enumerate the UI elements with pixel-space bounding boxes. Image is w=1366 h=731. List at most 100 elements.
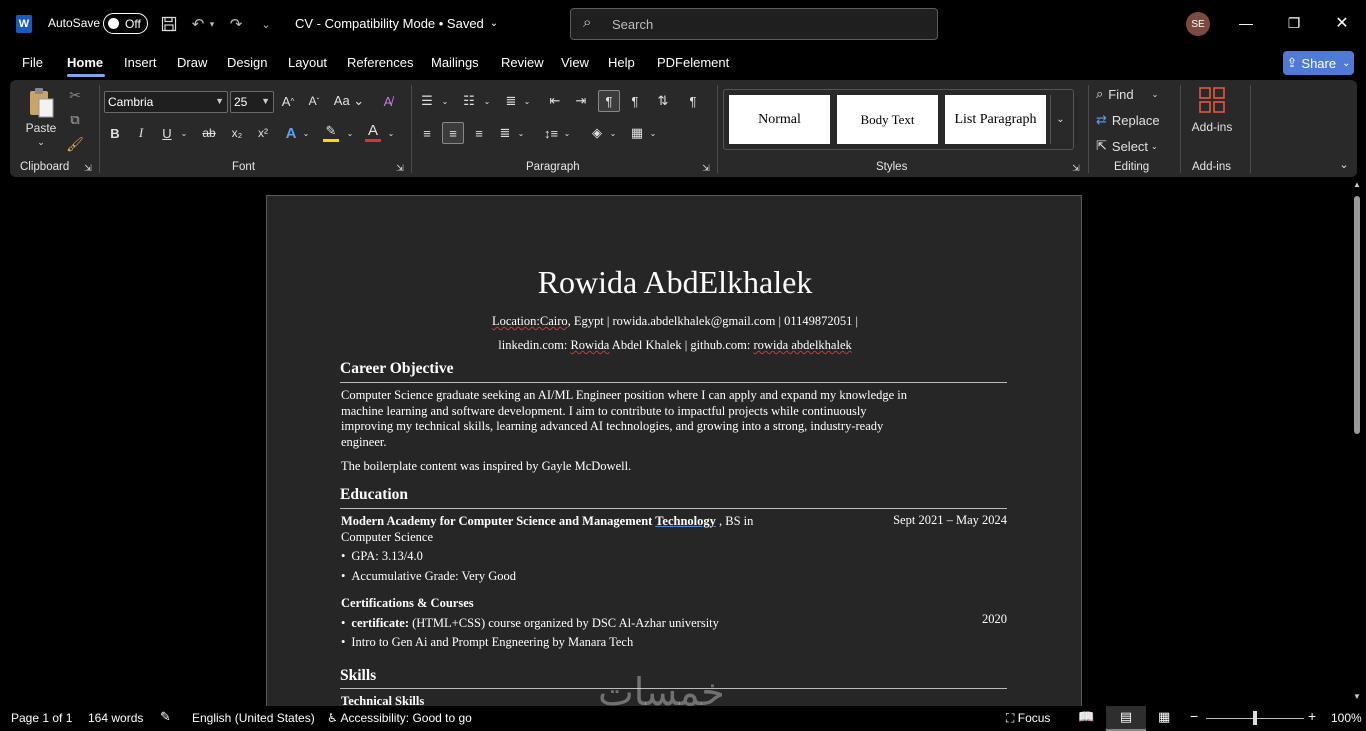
grow-font-icon[interactable]: A ^ xyxy=(278,91,298,111)
document-title[interactable]: CV - Compatibility Mode • Saved ⌄ xyxy=(295,16,498,31)
shading-icon[interactable]: ◈ xyxy=(586,123,608,143)
align-right-icon[interactable]: ≡ xyxy=(468,123,490,143)
tab-insert[interactable]: Insert xyxy=(124,55,157,70)
tab-mailings[interactable]: Mailings xyxy=(431,55,479,70)
sort-icon[interactable]: ⇅ xyxy=(652,91,674,111)
add-ins-icon[interactable] xyxy=(1198,86,1226,114)
paste-icon[interactable] xyxy=(26,85,56,121)
ltr-direction-icon[interactable]: ¶ xyxy=(598,90,620,112)
autosave-toggle[interactable]: Off xyxy=(103,13,148,34)
tab-home[interactable]: Home xyxy=(67,55,103,70)
align-left-icon[interactable]: ≡ xyxy=(416,123,438,143)
bold-button[interactable]: B xyxy=(106,123,124,143)
find-button[interactable]: ⌕ Find ⌄ xyxy=(1096,84,1176,104)
collapse-ribbon-icon[interactable]: ⌄ xyxy=(1336,156,1352,172)
style-body-text[interactable]: Body Text xyxy=(837,95,938,144)
shrink-font-icon[interactable]: Aˇ xyxy=(304,91,324,111)
copy-icon[interactable]: ⧉ xyxy=(66,111,84,129)
text-effects-icon[interactable]: A xyxy=(282,123,300,143)
strikethrough-button[interactable]: ab xyxy=(198,123,220,143)
restore-icon[interactable]: ❐ xyxy=(1284,12,1304,34)
tab-review[interactable]: Review xyxy=(501,55,544,70)
highlight-dropdown-icon[interactable]: ⌄ xyxy=(344,123,356,143)
tab-design[interactable]: Design xyxy=(227,55,267,70)
italic-button[interactable]: I xyxy=(132,123,150,143)
zoom-out-icon[interactable]: − xyxy=(1190,708,1198,724)
increase-indent-icon[interactable]: ⇥ xyxy=(570,91,592,111)
language[interactable]: English (United States) xyxy=(192,711,315,725)
tab-references[interactable]: References xyxy=(347,55,413,70)
multilevel-dropdown-icon[interactable]: ⌄ xyxy=(522,91,532,111)
close-icon[interactable]: ✕ xyxy=(1332,12,1352,34)
undo-dropdown-icon[interactable]: ▾ xyxy=(207,14,217,34)
show-formatting-icon[interactable]: ¶ xyxy=(682,91,704,111)
dialog-launcher-icon[interactable]: ⇲ xyxy=(82,162,94,174)
page-count[interactable]: Page 1 of 1 xyxy=(11,711,72,725)
accessibility-status[interactable]: ♿ Accessibility: Good to go xyxy=(327,711,472,725)
tab-help[interactable]: Help xyxy=(608,55,635,70)
add-ins-button[interactable]: Add-ins xyxy=(1186,118,1238,136)
undo-icon[interactable]: ↶ xyxy=(188,14,208,34)
rtl-direction-icon[interactable]: ¶ xyxy=(624,91,646,111)
styles-more-icon[interactable]: ⌄ xyxy=(1050,95,1070,144)
customize-toolbar-icon[interactable]: ⌄ xyxy=(256,14,276,34)
cut-icon[interactable]: ✂ xyxy=(66,86,84,104)
tab-layout[interactable]: Layout xyxy=(288,55,327,70)
share-button[interactable]: ⇪ Share ⌄ xyxy=(1283,51,1354,75)
borders-icon[interactable]: ▦ xyxy=(626,123,648,143)
text-effects-dropdown-icon[interactable]: ⌄ xyxy=(300,123,312,143)
font-color-dropdown-icon[interactable]: ⌄ xyxy=(385,123,397,143)
tab-file[interactable]: File xyxy=(22,55,43,70)
multilevel-list-icon[interactable]: ≣ xyxy=(500,91,522,111)
justify-dropdown-icon[interactable]: ⌄ xyxy=(516,123,526,143)
read-mode-icon[interactable]: 📖 xyxy=(1078,709,1094,725)
decrease-indent-icon[interactable]: ⇤ xyxy=(544,91,566,111)
style-list-paragraph[interactable]: List Paragraph xyxy=(945,95,1046,144)
minimize-icon[interactable]: — xyxy=(1236,12,1256,34)
zoom-slider-thumb[interactable] xyxy=(1253,711,1257,725)
scroll-thumb[interactable] xyxy=(1354,196,1360,434)
focus-button[interactable]: ⛶ Focus xyxy=(1006,711,1050,726)
print-layout-icon[interactable]: ▤ xyxy=(1106,706,1146,731)
paste-dropdown-icon[interactable]: ⌄ xyxy=(34,136,48,148)
word-count[interactable]: 164 words xyxy=(88,711,143,725)
numbering-icon[interactable]: ☷ xyxy=(458,91,480,111)
dialog-launcher-icon[interactable]: ⇲ xyxy=(700,162,712,174)
zoom-level[interactable]: 100% xyxy=(1331,711,1362,725)
bullets-dropdown-icon[interactable]: ⌄ xyxy=(440,91,450,111)
vertical-scrollbar[interactable]: ▲ ▼ xyxy=(1350,178,1366,706)
change-case-icon[interactable]: Aa ⌄ xyxy=(332,91,366,111)
paste-button[interactable]: Paste xyxy=(24,120,58,136)
format-painter-icon[interactable]: 🖌 xyxy=(66,135,84,153)
underline-button[interactable]: U xyxy=(158,123,176,143)
clear-formatting-icon[interactable]: A̸ xyxy=(378,91,398,111)
superscript-button[interactable]: x² xyxy=(252,123,274,143)
line-spacing-icon[interactable]: ↕≡ xyxy=(540,123,562,143)
dialog-launcher-icon[interactable]: ⇲ xyxy=(1070,162,1082,174)
tab-pdfelement[interactable]: PDFelement xyxy=(657,55,729,70)
zoom-in-icon[interactable]: + xyxy=(1308,708,1316,724)
line-spacing-dropdown-icon[interactable]: ⌄ xyxy=(562,123,572,143)
scroll-up-icon[interactable]: ▲ xyxy=(1353,180,1361,189)
avatar[interactable]: SE xyxy=(1186,12,1210,36)
subscript-button[interactable]: x₂ xyxy=(226,123,248,143)
dialog-launcher-icon[interactable]: ⇲ xyxy=(394,162,406,174)
underline-dropdown-icon[interactable]: ⌄ xyxy=(178,123,190,143)
font-size-select[interactable]: 25 ▼ xyxy=(230,91,274,113)
select-button[interactable]: ⇱ Select ⌄ xyxy=(1096,136,1176,156)
tab-view[interactable]: View xyxy=(561,55,589,70)
align-center-icon[interactable]: ≡ xyxy=(442,122,464,144)
replace-button[interactable]: ⇄ Replace xyxy=(1096,110,1176,130)
bullets-icon[interactable]: ☰ xyxy=(416,91,438,111)
style-normal[interactable]: Normal xyxy=(729,95,830,144)
numbering-dropdown-icon[interactable]: ⌄ xyxy=(482,91,492,111)
highlight-icon[interactable]: ✎ xyxy=(322,121,340,141)
proofing-icon[interactable]: ✎ xyxy=(160,709,171,725)
scroll-down-icon[interactable]: ▼ xyxy=(1353,692,1361,701)
search-input[interactable]: ⌕ Search xyxy=(570,8,938,40)
borders-dropdown-icon[interactable]: ⌄ xyxy=(648,123,658,143)
justify-icon[interactable]: ≣ xyxy=(494,123,516,143)
shading-dropdown-icon[interactable]: ⌄ xyxy=(608,123,618,143)
web-layout-icon[interactable]: ▦ xyxy=(1158,709,1170,725)
font-name-select[interactable]: Cambria ▼ xyxy=(104,91,228,113)
